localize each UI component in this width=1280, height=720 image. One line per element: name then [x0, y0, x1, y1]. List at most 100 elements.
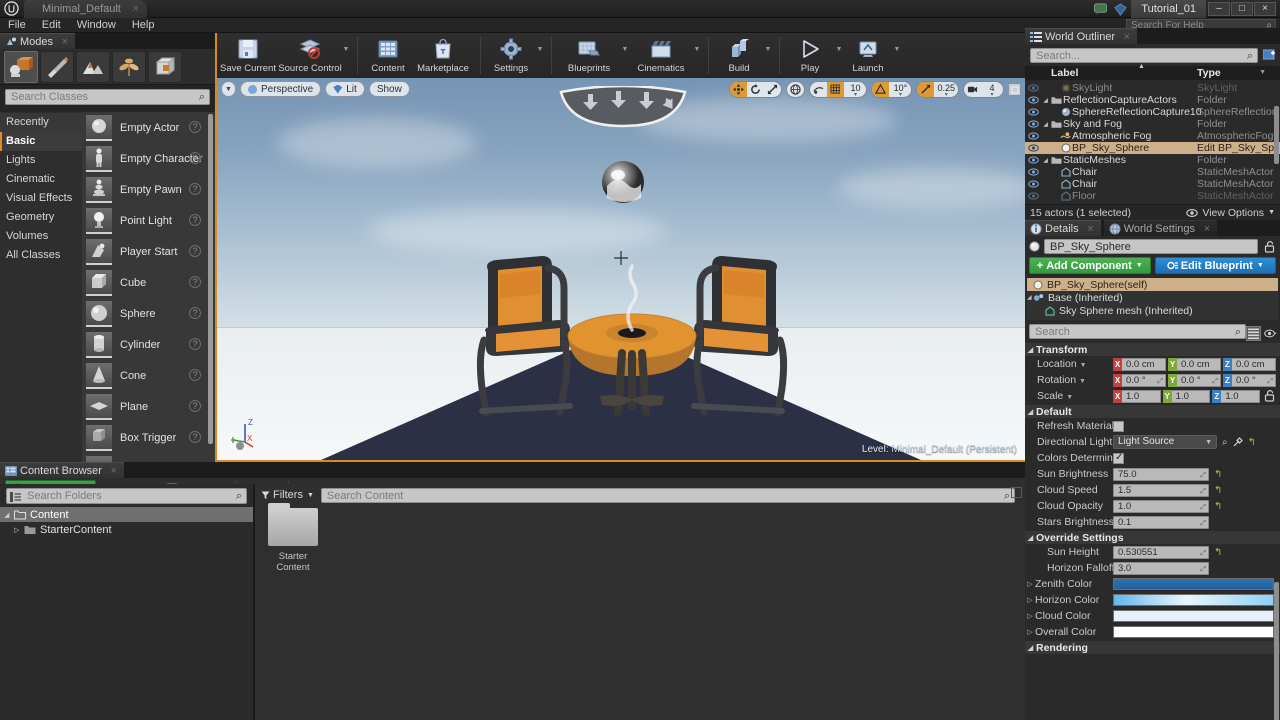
lock-icon[interactable]: [1262, 240, 1276, 253]
actor-name-field[interactable]: BP_Sky_Sphere: [1044, 239, 1258, 254]
help-icon[interactable]: ?: [189, 431, 201, 443]
horizon-color-swatch[interactable]: [1113, 594, 1274, 606]
visibility-eye-icon[interactable]: [1025, 168, 1041, 176]
chevron-down-icon[interactable]: ▼: [1080, 362, 1087, 369]
help-icon[interactable]: ?: [189, 307, 201, 319]
spinner-icon[interactable]: ⤢: [1267, 376, 1273, 387]
browse-icon[interactable]: ⌕: [1222, 437, 1228, 448]
menu-edit[interactable]: Edit: [34, 18, 69, 33]
table-row[interactable]: ◢ Sky and Fog Folder: [1025, 118, 1280, 130]
display-all-properties-button[interactable]: [1246, 326, 1261, 341]
tab-world-settings[interactable]: World Settings: [1103, 220, 1218, 237]
viewport-options-dropdown[interactable]: ▼: [221, 81, 236, 97]
cinematics-button[interactable]: Cinematics: [630, 33, 692, 78]
help-icon[interactable]: ?: [189, 245, 201, 257]
rotation-y-value[interactable]: 0.0 ° ⤢: [1177, 373, 1221, 387]
close-button[interactable]: ×: [1254, 2, 1276, 16]
visibility-eye-icon[interactable]: [1025, 156, 1041, 164]
settings-button[interactable]: Settings: [487, 33, 535, 78]
scale-x-value[interactable]: 1.0: [1122, 389, 1161, 403]
paint-mode-button[interactable]: [40, 50, 74, 83]
section-default-header[interactable]: ◢ Default: [1025, 404, 1280, 418]
view-mode-button[interactable]: Perspective: [240, 81, 322, 97]
refresh-material-checkbox[interactable]: [1113, 420, 1124, 432]
list-item[interactable]: Empty Pawn ?: [82, 174, 215, 205]
spinner-icon[interactable]: ⤢: [1200, 502, 1206, 513]
camera-speed-icon[interactable]: [964, 82, 981, 97]
visibility-eye-icon[interactable]: [1025, 120, 1041, 128]
landscape-mode-button[interactable]: [76, 50, 110, 83]
cloud-speed-field[interactable]: 1.5 ⤢: [1113, 483, 1209, 497]
horizon-falloff-field[interactable]: 3.0 ⤢: [1113, 561, 1209, 575]
sidebar-item-recently-placed[interactable]: Recently Placed: [0, 113, 82, 147]
section-override-header[interactable]: ◢ Override Settings: [1025, 530, 1280, 544]
rotation-y[interactable]: Y 0.0 ° ⤢: [1168, 373, 1221, 387]
scale-tool[interactable]: [764, 82, 781, 97]
cloud-opacity-field[interactable]: 1.0 ⤢: [1113, 499, 1209, 513]
rotation-snap-value[interactable]: 10° ▾: [889, 82, 911, 98]
menu-window[interactable]: Window: [69, 18, 124, 33]
colors-determined-checkbox[interactable]: [1113, 452, 1124, 464]
blueprints-dropdown-icon[interactable]: ▼: [620, 33, 630, 78]
chevron-down-icon[interactable]: ▼: [1259, 69, 1266, 76]
spinner-icon[interactable]: ⤢: [1200, 548, 1206, 559]
table-row[interactable]: Floor StaticMeshActor: [1025, 190, 1280, 202]
sidebar-item-lights[interactable]: Lights: [0, 151, 82, 170]
stars-brightness-field[interactable]: 0.1 ⤢: [1113, 515, 1209, 529]
collapse-tree-icon[interactable]: [10, 491, 22, 503]
grid-snap-value[interactable]: 10 ▾: [844, 82, 866, 98]
location-y-value[interactable]: 0.0 cm: [1177, 357, 1221, 371]
scale-x[interactable]: X 1.0: [1113, 389, 1161, 403]
expand-triangle-icon[interactable]: ◢: [1041, 97, 1050, 104]
help-icon[interactable]: ?: [189, 214, 201, 226]
scale-snap-value[interactable]: 0.25 ▾: [934, 82, 958, 98]
expand-triangle-icon[interactable]: ◢: [1041, 121, 1050, 128]
cinematics-dropdown-icon[interactable]: ▼: [692, 33, 702, 78]
section-rendering-header[interactable]: ◢ Rendering: [1025, 640, 1280, 654]
directional-light-combo[interactable]: Light Source ▼: [1113, 435, 1217, 449]
menu-help[interactable]: Help: [124, 18, 163, 33]
grid-snap-toggle[interactable]: [827, 82, 845, 97]
location-z[interactable]: Z 0.0 cm: [1223, 357, 1276, 371]
build-button[interactable]: Build: [715, 33, 763, 78]
list-item[interactable]: Cone ?: [82, 360, 215, 391]
marketplace-button[interactable]: Marketplace: [412, 33, 474, 78]
class-list-scrollbar[interactable]: [208, 114, 213, 444]
help-icon[interactable]: ?: [189, 369, 201, 381]
list-item[interactable]: Sphere ?: [82, 298, 215, 329]
sidebar-item-all-classes[interactable]: All Classes: [0, 246, 82, 265]
blueprints-button[interactable]: Blueprints: [558, 33, 620, 78]
add-actor-button[interactable]: [1263, 48, 1276, 61]
eyedropper-icon[interactable]: [1233, 437, 1243, 447]
search-content-input[interactable]: Search Content ⌕: [320, 487, 1015, 503]
sidebar-item-visual-effects[interactable]: Visual Effects: [0, 189, 82, 208]
level-viewport[interactable]: ▼ Perspective Lit Show 10 ▾ 10° ▾ 0.25 ▾…: [215, 78, 1025, 462]
edit-blueprint-button[interactable]: Edit Blueprint ▼: [1154, 257, 1276, 274]
search-folders-input[interactable]: Search Folders ⌕: [6, 488, 247, 504]
visibility-eye-icon[interactable]: [1025, 144, 1041, 152]
spinner-icon[interactable]: ⤢: [1157, 376, 1163, 387]
rotation-x[interactable]: X 0.0 ° ⤢: [1113, 373, 1166, 387]
content-button[interactable]: Content: [364, 33, 412, 78]
visibility-eye-icon[interactable]: [1025, 108, 1041, 116]
scale-z[interactable]: Z 1.0: [1212, 389, 1261, 403]
feedback-icon[interactable]: [1091, 1, 1109, 17]
expand-triangle-icon[interactable]: ▷: [1025, 612, 1035, 620]
table-row[interactable]: SphereReflectionCapture10 SphereReflecti…: [1025, 106, 1280, 118]
spinner-icon[interactable]: ⤢: [1200, 564, 1206, 575]
launch-dropdown-icon[interactable]: ▼: [892, 33, 902, 78]
column-type[interactable]: Type: [1197, 67, 1221, 79]
minimize-button[interactable]: –: [1208, 2, 1230, 16]
play-dropdown-icon[interactable]: ▼: [834, 33, 844, 78]
view-options-button[interactable]: View Options ▼: [1186, 207, 1275, 219]
camera-speed-value[interactable]: 4 ▾: [981, 82, 1003, 98]
component-row-mesh[interactable]: Sky Sphere mesh (Inherited): [1027, 304, 1278, 317]
help-icon[interactable]: ?: [189, 152, 201, 164]
visibility-eye-icon[interactable]: [1025, 132, 1041, 140]
build-dropdown-icon[interactable]: ▼: [763, 33, 773, 78]
filters-button[interactable]: Filters ▼: [261, 489, 314, 501]
spinner-icon[interactable]: ⤢: [1200, 470, 1206, 481]
location-y[interactable]: Y 0.0 cm: [1168, 357, 1221, 371]
component-row-self[interactable]: BP_Sky_Sphere(self): [1027, 278, 1278, 291]
list-item[interactable]: Empty Character ?: [82, 143, 215, 174]
